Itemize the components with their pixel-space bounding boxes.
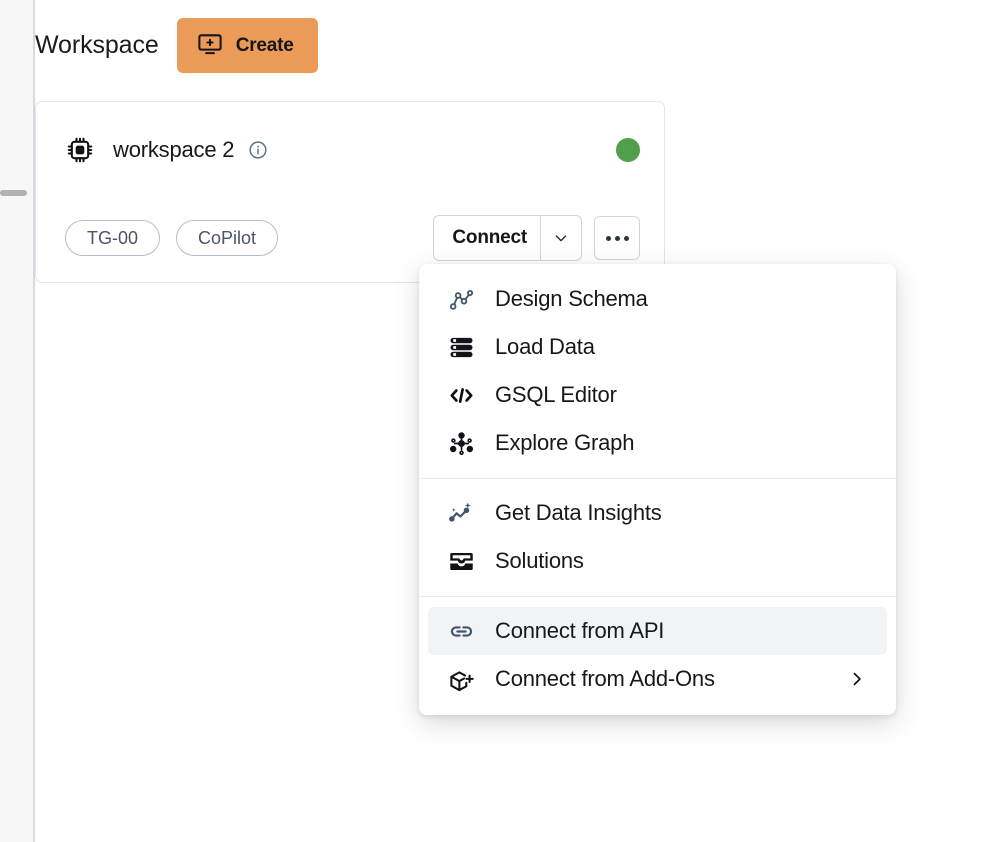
menu-item-explore-graph[interactable]: Explore Graph [428,419,887,467]
workspace-card-footer: TG-00 CoPilot Connect [65,215,640,261]
monitor-plus-icon [197,31,223,60]
info-circle-icon[interactable] [248,140,268,160]
connect-button[interactable]: Connect [434,216,540,260]
solutions-inbox-icon [446,546,476,576]
menu-item-label: Connect from API [495,618,664,644]
page-title: Workspace [35,31,159,60]
connect-dropdown-menu[interactable]: Design Schema Load Data GSQL Editor [419,264,896,715]
create-button-label: Create [236,35,294,57]
menu-item-design-schema[interactable]: Design Schema [428,275,887,323]
workspace-name: workspace 2 [113,137,234,163]
menu-item-load-data[interactable]: Load Data [428,323,887,371]
create-button[interactable]: Create [177,18,318,73]
menu-item-label: Design Schema [495,286,648,312]
workspace-card-header: workspace 2 [65,135,640,165]
page-header: Workspace Create [35,18,318,73]
package-plus-icon [446,664,476,694]
design-schema-icon [446,284,476,314]
data-insights-sparkle-icon [446,498,476,528]
workspace-card[interactable]: workspace 2 TG-00 CoPilot Connect [35,101,665,283]
chevron-down-icon[interactable] [540,216,581,260]
menu-item-connect-from-api[interactable]: Connect from API [428,607,887,655]
menu-item-label: Connect from Add-Ons [495,666,715,692]
tag-pill[interactable]: CoPilot [176,220,278,257]
menu-item-gsql-editor[interactable]: GSQL Editor [428,371,887,419]
explore-graph-icon [446,428,476,458]
menu-item-get-data-insights[interactable]: Get Data Insights [428,489,887,537]
menu-item-label: Solutions [495,548,584,574]
menu-item-solutions[interactable]: Solutions [428,537,887,585]
menu-divider [419,478,896,479]
menu-item-label: Get Data Insights [495,500,662,526]
code-brackets-icon [446,380,476,410]
dot [606,236,611,241]
link-chain-icon [446,616,476,646]
menu-item-label: Load Data [495,334,595,360]
menu-item-label: GSQL Editor [495,382,617,408]
panel-resize-handle[interactable] [0,190,27,196]
connect-split-button[interactable]: Connect [433,215,582,261]
dot [615,236,620,241]
menu-item-connect-from-add-ons[interactable]: Connect from Add-Ons [428,655,887,703]
status-dot-running [616,138,640,162]
tag-pill[interactable]: TG-00 [65,220,160,257]
menu-item-label: Explore Graph [495,430,634,456]
chevron-right-icon [847,669,867,689]
ellipsis-horizontal-icon[interactable] [594,216,640,260]
dot [624,236,629,241]
cpu-chip-icon [65,135,95,165]
menu-divider [419,596,896,597]
workspace-actions: Connect [433,215,640,261]
load-data-icon [446,332,476,362]
